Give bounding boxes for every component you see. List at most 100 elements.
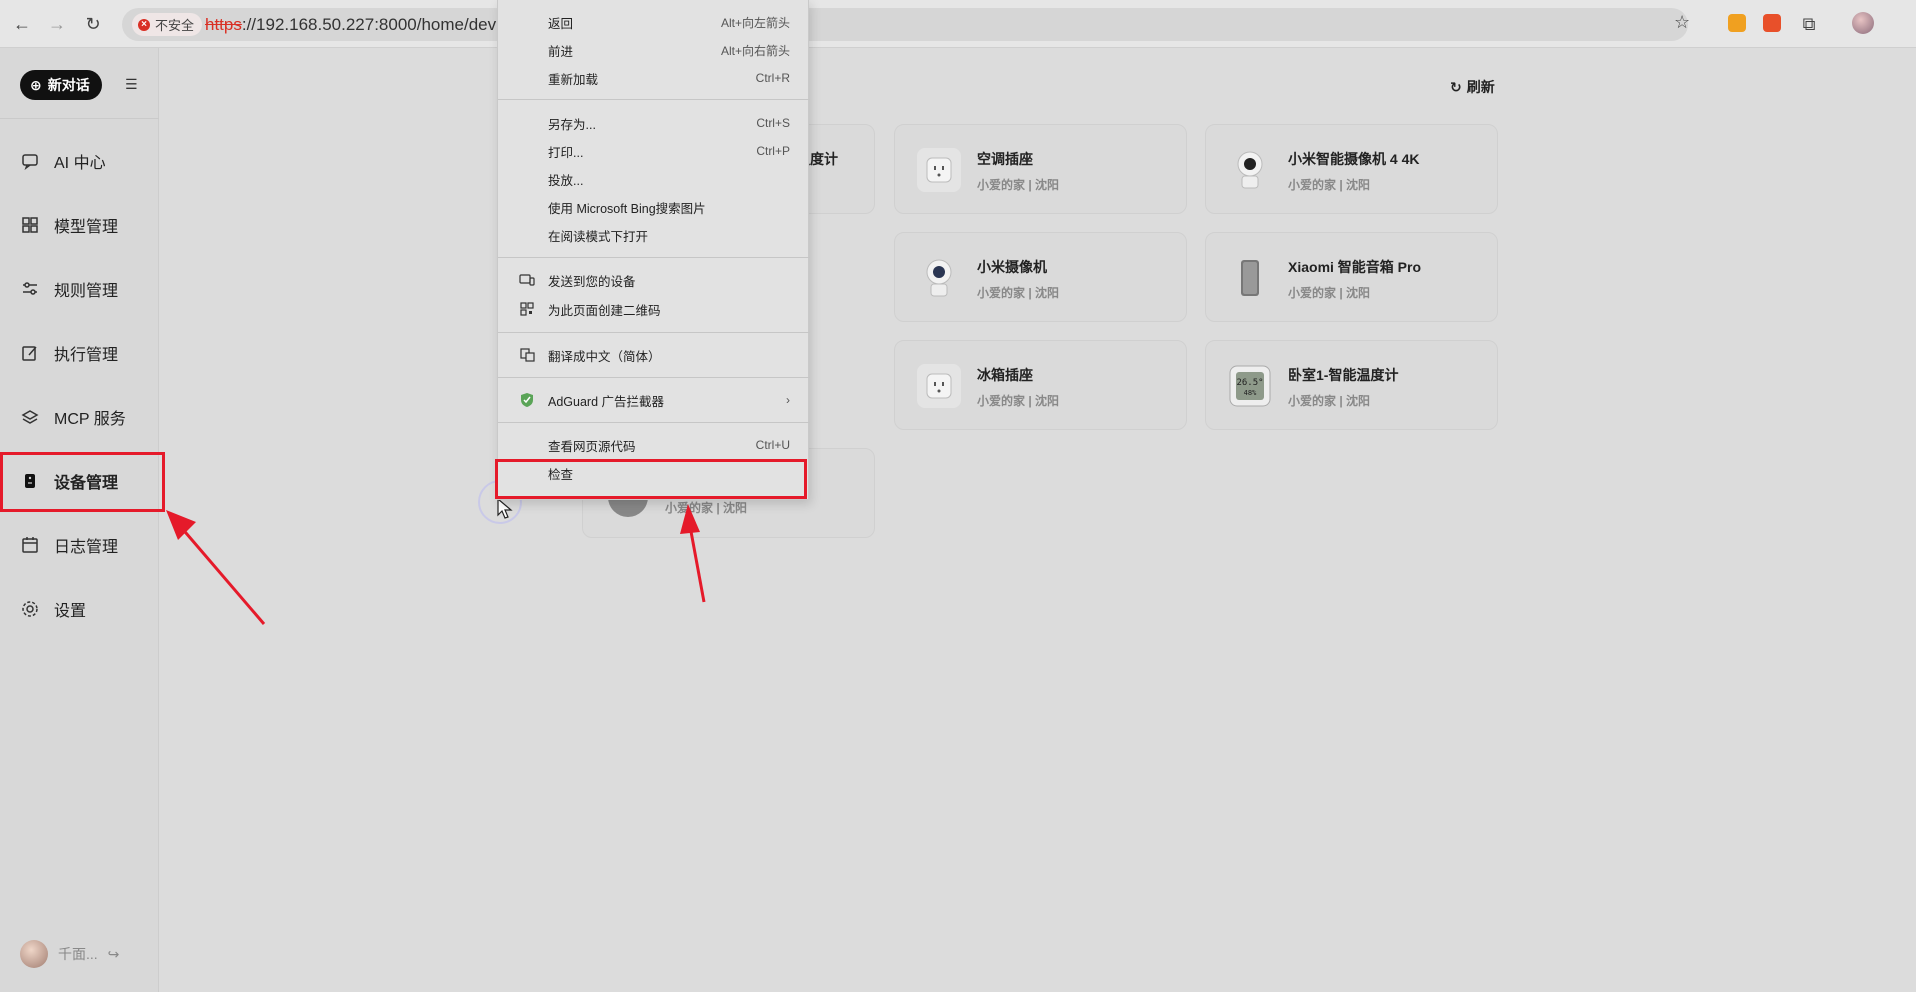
device-name: 卧室1-智能温度计 — [1288, 367, 1399, 383]
divider — [0, 118, 159, 119]
sidebar-item-settings[interactable]: 设置 — [0, 583, 159, 635]
menu-item-label: 重新加载 — [548, 72, 599, 87]
address-bar[interactable]: × 不安全 https://192.168.50.227:8000/home/d… — [122, 8, 1688, 41]
gear-icon — [20, 599, 40, 619]
menu-item-label: 查看网页源代码 — [548, 439, 636, 454]
back-icon[interactable]: ← — [10, 12, 34, 36]
user-profile[interactable]: 千面... ↪ — [20, 940, 119, 968]
menu-item-label: 另存为... — [548, 117, 596, 132]
avatar — [20, 940, 48, 968]
menu-item-shortcut: Alt+向右箭头 — [720, 43, 790, 58]
menu-item-shortcut: Ctrl+R — [755, 71, 790, 85]
menu-item-back[interactable]: 返回 Alt+向左箭头 — [498, 10, 810, 34]
sidebar-item-models[interactable]: 模型管理 — [0, 199, 159, 251]
security-chip[interactable]: × 不安全 — [132, 13, 203, 36]
refresh-icon: ↻ — [1450, 78, 1462, 95]
collapse-sidebar-icon[interactable]: ☰ — [125, 76, 138, 93]
sidebar-item-label: 执行管理 — [54, 347, 119, 364]
device-card[interactable]: 空调插座 小爱的家 | 沈阳 — [894, 124, 1187, 214]
reload-icon[interactable]: ↻ — [81, 12, 105, 36]
layers-icon — [20, 407, 40, 427]
edit-icon — [20, 343, 40, 363]
refresh-button[interactable]: ↻ 刷新 — [1450, 77, 1495, 97]
new-chat-icon: ⊕ — [30, 76, 42, 93]
device-card[interactable]: 小米智能摄像机 4 4K 小爱的家 | 沈阳 — [1205, 124, 1498, 214]
device-card[interactable]: Xiaomi 智能音箱 Pro 小爱的家 | 沈阳 — [1205, 232, 1498, 322]
menu-item-label: 投放... — [548, 173, 584, 188]
user-name: 千面... — [58, 946, 98, 962]
device-card[interactable]: 冰箱插座 小爱的家 | 沈阳 — [894, 340, 1187, 430]
extension-icon[interactable] — [1763, 14, 1781, 32]
sliders-icon — [20, 279, 40, 299]
menu-separator — [498, 377, 810, 378]
chevron-right-icon: › — [786, 393, 790, 407]
menu-item-shortcut: Ctrl+S — [756, 116, 790, 130]
url-text[interactable]: https://192.168.50.227:8000/home/deviceM — [205, 15, 532, 35]
menu-item-label: 前进 — [548, 44, 574, 59]
sidebar-item-label: 设置 — [54, 603, 87, 620]
extension-icon[interactable] — [1728, 14, 1746, 32]
device-location: 小爱的家 | 沈阳 — [1288, 286, 1371, 300]
svg-text:26.5°: 26.5° — [1236, 378, 1263, 388]
menu-item-shortcut: Ctrl+P — [756, 144, 790, 158]
logout-icon[interactable]: ↪ — [108, 946, 120, 963]
menu-separator — [498, 99, 810, 100]
sidebar-item-mcp[interactable]: MCP 服务 — [0, 391, 159, 443]
menu-item-label: 在阅读模式下打开 — [548, 229, 649, 244]
url-scheme: https — [205, 15, 242, 34]
device-name: 小米摄像机 — [977, 259, 1047, 275]
qr-code-icon — [519, 301, 535, 317]
menu-item-forward[interactable]: 前进 Alt+向右箭头 — [498, 38, 810, 62]
sidebar-item-executions[interactable]: 执行管理 — [0, 327, 159, 379]
sidebar-item-label: MCP 服务 — [54, 411, 126, 428]
menu-item-save-as[interactable]: 另存为... Ctrl+S — [498, 111, 810, 135]
bookmark-star-icon[interactable]: ☆ — [1674, 12, 1690, 33]
highlight-box-inspect — [495, 459, 807, 499]
menu-item-send-to-devices[interactable]: 发送到您的设备 — [498, 268, 810, 292]
security-label: 不安全 — [155, 18, 195, 33]
sidebar-item-ai-center[interactable]: AI 中心 — [0, 135, 159, 187]
grid-icon — [20, 215, 40, 235]
sidebar-item-rules[interactable]: 规则管理 — [0, 263, 159, 315]
new-chat-button[interactable]: ⊕ 新对话 — [20, 70, 102, 100]
mouse-cursor-icon — [497, 498, 513, 519]
menu-item-translate[interactable]: 翻译成中文（简体） — [498, 343, 810, 367]
forward-icon[interactable]: → — [45, 12, 69, 36]
new-chat-label: 新对话 — [47, 77, 90, 93]
sidebar-item-label: AI 中心 — [54, 155, 106, 172]
browser-toolbar: ← → ↻ × 不安全 https://192.168.50.227:8000/… — [0, 0, 1916, 48]
sidebar-item-label: 模型管理 — [54, 219, 119, 236]
menu-item-adguard[interactable]: AdGuard 广告拦截器 › — [498, 388, 810, 412]
socket-icon — [917, 364, 961, 408]
arrow-devices — [178, 525, 266, 625]
context-menu: 返回 Alt+向左箭头 前进 Alt+向右箭头 重新加载 Ctrl+R 另存为... C… — [497, 0, 810, 500]
menu-item-create-qr-code[interactable]: 为此页面创建二维码 — [498, 297, 810, 321]
device-location: 小爱的家 | 沈阳 — [1288, 394, 1371, 408]
extensions-puzzle-icon[interactable]: ⧉ — [1797, 12, 1821, 36]
menu-item-print[interactable]: 打印... Ctrl+P — [498, 139, 810, 163]
device-location: 小爱的家 | 沈阳 — [665, 501, 748, 515]
sidebar: ⊕ 新对话 ☰ AI 中心 模型管理 规则管理 执行管理 MCP 服务 设备管理… — [0, 48, 159, 992]
menu-item-reload[interactable]: 重新加载 Ctrl+R — [498, 66, 810, 90]
device-card[interactable]: 小米摄像机 小爱的家 | 沈阳 — [894, 232, 1187, 322]
menu-item-label: 发送到您的设备 — [548, 274, 636, 289]
menu-item-cast[interactable]: 投放... — [498, 167, 810, 191]
send-to-device-icon — [519, 272, 535, 288]
menu-item-bing-image-search[interactable]: 使用 Microsoft Bing搜索图片 — [498, 195, 810, 219]
speaker-icon — [1228, 256, 1272, 300]
profile-avatar[interactable] — [1852, 12, 1874, 34]
device-card[interactable]: 26.5° 48% 卧室1-智能温度计 小爱的家 | 沈阳 — [1205, 340, 1498, 430]
highlight-box-devices — [0, 452, 165, 512]
calendar-icon — [20, 535, 40, 555]
device-location: 小爱的家 | 沈阳 — [977, 178, 1060, 192]
device-name: 空调插座 — [977, 151, 1033, 167]
menu-item-reading-mode[interactable]: 在阅读模式下打开 — [498, 223, 810, 247]
menu-item-view-source[interactable]: 查看网页源代码 Ctrl+U — [498, 433, 810, 457]
thermometer-icon: 26.5° 48% — [1228, 364, 1272, 408]
refresh-label: 刷新 — [1466, 79, 1495, 95]
device-location: 小爱的家 | 沈阳 — [977, 394, 1060, 408]
device-name: 冰箱插座 — [977, 367, 1033, 383]
sidebar-item-logs[interactable]: 日志管理 — [0, 519, 159, 571]
adguard-shield-icon — [519, 392, 535, 408]
menu-item-shortcut: Alt+向左箭头 — [720, 15, 790, 30]
